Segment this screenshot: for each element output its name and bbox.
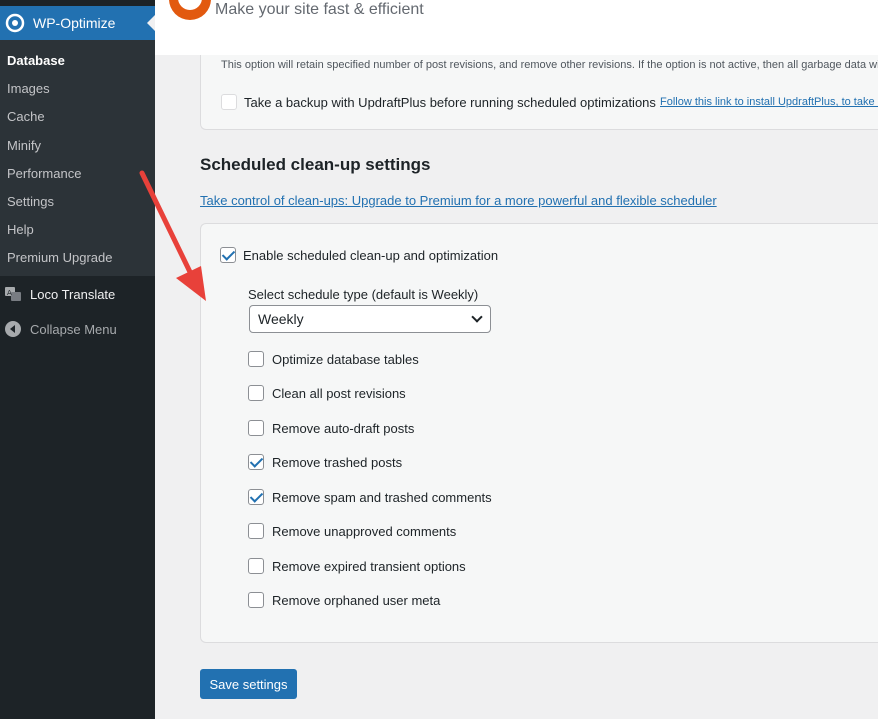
section-title: Scheduled clean-up settings (200, 155, 431, 174)
plugin-header: Make your site fast & efficient (155, 0, 878, 55)
sidebar-item-loco-translate[interactable]: A Loco Translate (0, 277, 155, 311)
cleanup-option-checkbox[interactable] (248, 489, 264, 505)
chevron-down-icon (471, 311, 483, 323)
sidebar-item-database[interactable]: Database (7, 53, 65, 68)
wp-optimize-icon (5, 13, 25, 33)
cleanup-option-checkbox[interactable] (248, 523, 264, 539)
cleanup-option-checkbox[interactable] (248, 454, 264, 470)
cleanup-option-label: Remove trashed posts (272, 455, 403, 470)
schedule-type-select[interactable]: Weekly (249, 305, 491, 333)
cleanup-option-label: Remove unapproved comments (272, 524, 457, 539)
cleanup-option-checkbox[interactable] (248, 558, 264, 574)
enable-schedule-label: Enable scheduled clean-up and optimizati… (243, 248, 499, 263)
schedule-type-value: Weekly (258, 311, 304, 327)
sidebar-item-label: Loco Translate (30, 286, 116, 302)
sidebar-item-performance[interactable]: Performance (7, 166, 81, 181)
sidebar-item-images[interactable]: Images (7, 81, 50, 96)
backup-checkbox[interactable] (221, 94, 237, 110)
cleanup-option-label: Remove spam and trashed comments (272, 490, 492, 505)
cleanup-option-checkbox[interactable] (248, 592, 264, 608)
save-settings-button[interactable]: Save settings (200, 669, 297, 699)
cleanup-option-label: Clean all post revisions (272, 386, 406, 401)
revisions-note: This option will retain specified number… (221, 59, 878, 71)
cleanup-option-checkbox[interactable] (248, 385, 264, 401)
collapse-icon (5, 321, 21, 337)
cleanup-option-label: Optimize database tables (272, 352, 419, 367)
cleanup-option-checkbox[interactable] (248, 351, 264, 367)
collapse-menu-label: Collapse Menu (30, 321, 117, 337)
plugin-tagline: Make your site fast & efficient (215, 1, 424, 18)
backup-label: Take a backup with UpdraftPlus before ru… (244, 95, 656, 110)
sidebar-item-premium-upgrade[interactable]: Premium Upgrade (7, 250, 113, 265)
sidebar-item-cache[interactable]: Cache (7, 109, 45, 124)
collapse-menu-button[interactable]: Collapse Menu (0, 312, 155, 346)
updraftplus-install-link[interactable]: Follow this link to install UpdraftPlus,… (660, 96, 878, 108)
current-menu-pointer (147, 15, 155, 31)
revisions-settings-card: This option will retain specified number… (200, 55, 878, 130)
cleanup-option-checkbox[interactable] (248, 420, 264, 436)
admin-sidebar: WP-Optimize Database Images Cache Minify… (0, 0, 155, 719)
cleanup-option-label: Remove auto-draft posts (272, 421, 415, 436)
svg-text:A: A (7, 289, 12, 297)
cleanup-option-label: Remove expired transient options (272, 559, 466, 574)
enable-schedule-checkbox[interactable] (220, 247, 236, 263)
premium-upgrade-link[interactable]: Take control of clean-ups: Upgrade to Pr… (200, 193, 717, 208)
sidebar-item-settings[interactable]: Settings (7, 194, 54, 209)
cleanup-option-label: Remove orphaned user meta (272, 593, 441, 608)
wp-optimize-logo (169, 0, 211, 20)
sidebar-item-wp-optimize[interactable]: WP-Optimize (0, 6, 155, 40)
translate-icon: A (5, 287, 21, 301)
sidebar-item-help[interactable]: Help (7, 222, 34, 237)
sidebar-item-label: WP-Optimize (33, 15, 116, 31)
sidebar-item-minify[interactable]: Minify (7, 138, 41, 153)
schedule-type-label: Select schedule type (default is Weekly) (248, 287, 479, 302)
sidebar-submenu (0, 40, 155, 276)
